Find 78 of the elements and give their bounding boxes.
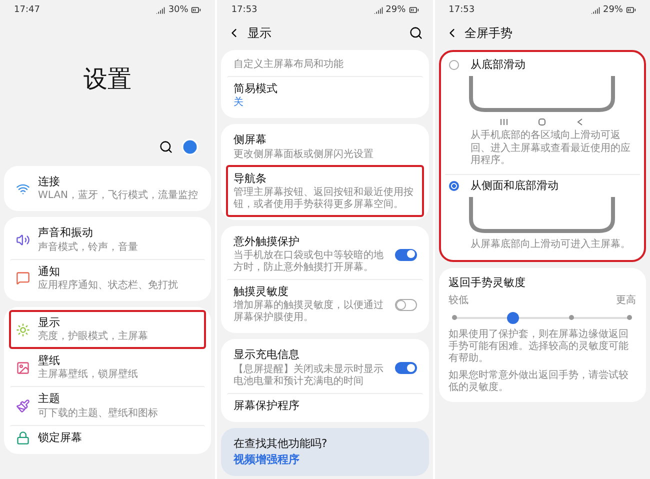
slider-max-label: 更高 [616,294,636,307]
item-subtitle: WLAN，蓝牙，飞行模式，流量监控 [38,190,200,202]
settings-item[interactable]: 导航条 管理主屏幕按钮、返回按钮和最近使用按钮，或者使用手势获得更多屏幕空间。 [227,166,423,216]
item-title: 通知 [38,264,61,279]
item-title: 连接 [38,175,61,190]
option-description: 从屏幕底部向上滑动可进入主屏幕。 [470,238,632,252]
item-subtitle: 声音模式，铃声，音量 [38,242,139,254]
item-title: 触摸灵敏度 [233,285,290,300]
battery-icon [626,5,636,15]
screen-title: 全屏手势 [464,24,514,42]
status-time: 17:53 [231,5,258,15]
item-title: 侧屏幕 [233,133,268,148]
settings-item[interactable]: 通知 应用程序通知、状态栏、免打扰 [10,258,206,297]
signal-icon [156,6,166,14]
item-title: 主题 [38,392,61,407]
note-text: 如果使用了保护套，则在屏幕边缘做返回手势可能有困难。选择较高的灵敏度可能有帮助。 [448,328,630,365]
account-icon[interactable] [181,138,200,156]
screen-title: 显示 [247,24,272,42]
toggle-switch[interactable] [394,362,417,374]
section-title: 返回手势灵敏度 [448,276,527,290]
slider-thumb[interactable] [507,312,520,324]
radio-button[interactable] [448,60,459,70]
item-subtitle: 增加屏幕的触摸灵敏度，以便通过屏幕保护膜使用。 [233,300,384,324]
item-subtitle: 更改侧屏幕面板或侧屏闪光设置 [233,148,374,161]
settings-item[interactable]: 显示 亮度，护眼模式，主屏幕 [10,310,206,348]
battery-percent: 30% [168,5,188,15]
item-subtitle: 自定义主屏幕布局和功能 [233,59,344,71]
slider-min-label: 较低 [448,294,469,307]
settings-item[interactable]: 壁纸 主屏幕壁纸，锁屏壁纸 [10,348,206,386]
signal-icon [590,6,600,14]
item-title: 屏幕保护程序 [233,398,300,414]
search-icon[interactable] [408,26,423,40]
item-title: 简易模式 [233,82,278,96]
item-title: 锁定屏幕 [38,430,83,446]
signal-icon [374,6,383,14]
settings-item[interactable]: 连接 WLAN，蓝牙，飞行模式，流量监控 [10,170,206,208]
sensitivity-slider[interactable] [454,312,630,324]
item-title: 显示充电信息 [233,348,300,363]
suggestion-title: 在查找其他功能吗? [233,437,328,452]
status-time: 17:53 [448,5,475,15]
note-text: 如果您时常意外做出返回手势，请尝试较低的灵敏度。 [448,370,630,394]
item-subtitle: 主屏幕壁纸，锁屏壁纸 [38,369,139,382]
settings-item[interactable]: 意外触摸保护 当手机放在口袋或包中等较暗的地方时，防止意外触摸打开屏幕。 [227,230,423,280]
battery-percent: 29% [602,5,623,15]
item-title: 意外触摸保护 [233,234,300,250]
battery-icon [408,5,419,15]
settings-item[interactable]: 声音和振动 声音模式，铃声，音量 [10,221,206,259]
settings-item[interactable]: 触摸灵敏度 增加屏幕的触摸灵敏度，以便通过屏幕保护膜使用。 [227,279,423,330]
item-subtitle: 可下载的主题、壁纸和图标 [38,408,159,420]
item-subtitle: 【息屏提醒】关闭或未显示时显示电池电量和预计充满电的时间 [233,364,384,388]
item-subtitle: 管理主屏幕按钮、返回按钮和最近使用按钮，或者使用手势获得更多屏幕空间。 [233,186,414,211]
toggle-switch[interactable] [394,248,417,261]
status-time: 17:47 [14,5,40,15]
settings-item[interactable]: 自定义主屏幕布局和功能 [227,54,423,76]
settings-item[interactable]: 锁定屏幕 [10,424,206,450]
item-subtitle: 当手机放在口袋或包中等较暗的地方时，防止意外触摸打开屏幕。 [233,250,384,274]
item-title: 声音和振动 [38,226,94,241]
battery-percent: 29% [386,5,406,15]
settings-item[interactable]: 简易模式 关 [227,76,423,114]
option-label: 从侧面和底部滑动 [470,178,559,194]
item-title: 导航条 [233,172,268,186]
settings-item[interactable]: 屏幕保护程序 [227,392,423,418]
item-subtitle: 应用程序通知、状态栏、免打扰 [38,280,179,292]
toggle-switch[interactable] [394,298,417,311]
item-subtitle: 亮度，护眼模式，主屏幕 [38,331,149,344]
screen-title: 设置 [84,64,132,95]
option-label: 从底部滑动 [470,58,526,72]
option-description: 从手机底部的各区域向上滑动可返回、进入主屏幕或查看最近使用的应用程序。 [470,128,632,168]
item-title: 显示 [38,316,61,330]
settings-item[interactable]: 主题 可下载的主题、壁纸和图标 [10,386,206,425]
radio-button[interactable] [448,180,459,191]
item-title: 壁纸 [38,354,61,368]
suggestion-link[interactable]: 视频增强程序 [233,452,417,468]
battery-icon [191,5,202,15]
item-value: 关 [233,97,244,110]
settings-item[interactable]: 侧屏幕 更改侧屏幕面板或侧屏闪光设置 [227,128,423,166]
search-icon[interactable] [159,140,174,154]
settings-item[interactable]: 显示充电信息 【息屏提醒】关闭或未显示时显示电池电量和预计充满电的时间 [227,343,423,393]
